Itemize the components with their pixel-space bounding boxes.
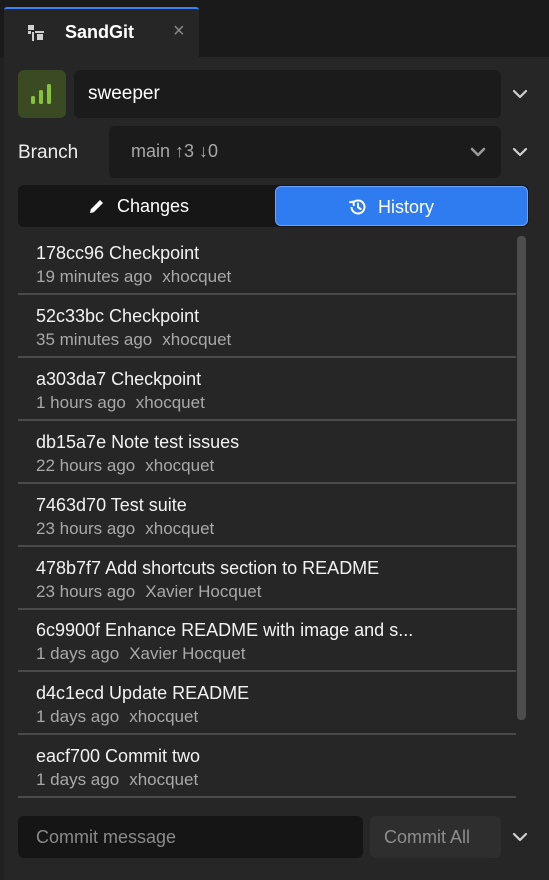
commit-time: 22 hours ago	[36, 456, 136, 475]
branch-label: Branch	[18, 142, 79, 163]
commit-message: 478b7f7 Add shortcuts section to README	[36, 558, 380, 578]
chevron-down-icon[interactable]	[512, 89, 528, 99]
commit-message: a303da7 Checkpoint	[36, 369, 202, 389]
tab-history[interactable]: History	[275, 186, 528, 226]
commit-row[interactable]: eacf700 Commit two 1 days ago xhocquet	[18, 736, 516, 798]
chevron-down-icon[interactable]	[512, 147, 528, 157]
signal-bars-icon	[31, 84, 51, 104]
commit-author: xhocquet	[135, 393, 205, 412]
commit-message: 7463d70 Test suite	[36, 495, 187, 515]
commit-message: 178cc96 Checkpoint	[36, 243, 200, 263]
branch-select[interactable]: main ↑3 ↓0	[109, 126, 501, 178]
commit-row[interactable]: 7463d70 Test suite 23 hours ago xhocquet	[18, 485, 516, 547]
commit-row[interactable]: d4c1ecd Update README 1 days ago xhocquet	[18, 673, 516, 735]
branch-value: main ↑3 ↓0	[131, 141, 219, 161]
chevron-down-icon	[470, 147, 486, 157]
commit-message: db15a7e Note test issues	[36, 432, 240, 452]
commit-time: 23 hours ago	[36, 519, 136, 538]
commit-time: 1 days ago	[36, 644, 120, 663]
commit-message: d4c1ecd Update README	[36, 683, 250, 703]
pencil-icon	[90, 200, 103, 213]
commit-row[interactable]: 52c33bc Checkpoint 35 minutes ago xhocque…	[18, 296, 516, 358]
commit-message-input[interactable]	[18, 816, 363, 858]
commit-row[interactable]: 478b7f7 Add shortcuts section to README …	[18, 548, 516, 610]
commit-time: 19 minutes ago	[36, 267, 153, 286]
commit-author: xhocquet	[129, 770, 199, 789]
commit-author: xhocquet	[162, 267, 232, 286]
chevron-down-icon[interactable]	[512, 832, 528, 842]
git-repo-icon	[28, 25, 44, 41]
tab-sandgit[interactable]: SandGit ×	[4, 7, 199, 57]
commit-time: 1 days ago	[36, 707, 120, 726]
view-toggle: Changes History	[18, 185, 529, 227]
commit-time: 23 hours ago	[36, 582, 136, 601]
repo-status-button[interactable]	[18, 70, 66, 118]
history-icon	[349, 199, 366, 215]
commit-row[interactable]: a303da7 Checkpoint 1 hours ago xhocquet	[18, 359, 516, 421]
commit-time: 35 minutes ago	[36, 330, 153, 349]
commit-history-list: 178cc96 Checkpoint 19 minutes ago xhocque…	[18, 233, 529, 799]
tab-changes-label: Changes	[117, 196, 190, 216]
scrollbar[interactable]	[517, 236, 526, 720]
commit-message: eacf700 Commit two	[36, 746, 201, 766]
repo-name: sweeper	[88, 83, 160, 104]
commit-time: 1 days ago	[36, 770, 120, 789]
commit-author: Xavier Hocquet	[145, 582, 262, 601]
sandgit-panel: sweeper Branch main ↑3 ↓0 Changes Histor…	[4, 57, 549, 880]
commit-time: 1 hours ago	[36, 393, 126, 412]
tab-title: SandGit	[65, 22, 135, 42]
commit-row[interactable]: 178cc96 Checkpoint 19 minutes ago xhocque…	[18, 233, 516, 295]
commit-author: xhocquet	[145, 519, 215, 538]
close-icon[interactable]: ×	[173, 20, 185, 43]
commit-author: xhocquet	[162, 330, 232, 349]
repo-selector[interactable]: sweeper	[74, 70, 501, 118]
commit-author: xhocquet	[145, 456, 215, 475]
commit-message: 6c9900f Enhance README with image and s.…	[36, 620, 414, 640]
commit-row[interactable]: 6c9900f Enhance README with image and s.…	[18, 610, 516, 672]
commit-all-button[interactable]: Commit All	[370, 816, 501, 858]
commit-row[interactable]: db15a7e Note test issues 22 hours ago xho…	[18, 422, 516, 484]
tab-changes[interactable]: Changes	[18, 186, 271, 226]
commit-all-label: Commit All	[384, 827, 471, 847]
tab-bar: SandGit ×	[0, 0, 549, 57]
commit-author: xhocquet	[129, 707, 199, 726]
tab-history-label: History	[378, 197, 435, 217]
commit-author: Xavier Hocquet	[129, 644, 246, 663]
commit-message: 52c33bc Checkpoint	[36, 306, 200, 326]
